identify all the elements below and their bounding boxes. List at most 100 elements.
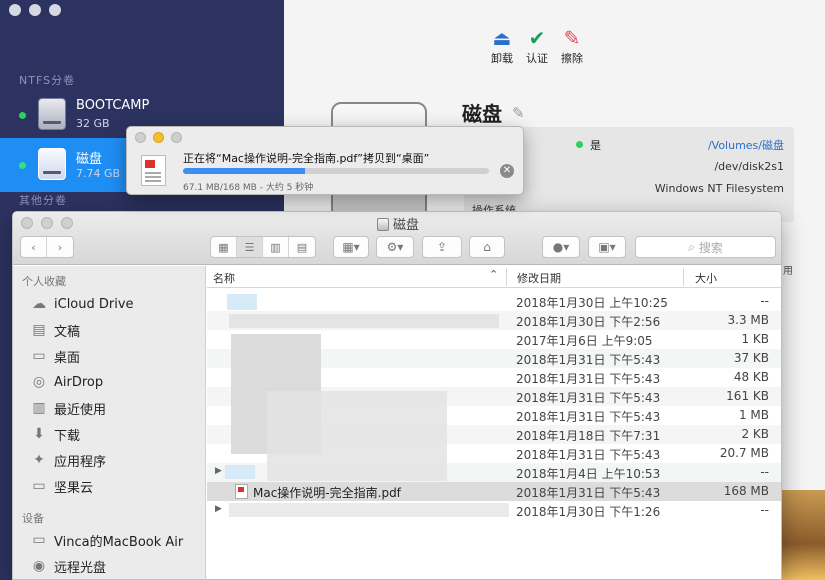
favorites-header: 个人收藏 [22,275,66,288]
copy-progress-fill [183,168,306,174]
close-button[interactable] [9,4,21,16]
share-icon: ⇪ [436,240,448,254]
cell-date: 2018年1月4日 上午10:53 [516,467,661,481]
disk-icon [376,218,389,231]
devices-header: 设备 [22,512,44,525]
airdrop-icon: ◎ [32,374,46,390]
group-button[interactable]: ▦▾ [333,236,369,258]
document-icon: ▤ [32,322,46,338]
minimize-button[interactable] [153,132,164,143]
nutstore-icon: ●▾ [552,240,570,254]
cell-date: 2018年1月30日 下午1:26 [516,505,661,519]
finder-toolbar: 磁盘 ‹ › ▦ ☰ ▥ ▤ ▦▾ ⚙▾ ⇪ ⌂ ●▾ ▣▾ ⌕ 搜索 [13,212,781,265]
cell-date: 2018年1月31日 下午5:43 [516,353,661,367]
ntfs-window-controls[interactable] [9,4,61,16]
column-header-name[interactable]: 名称 [213,270,235,286]
sidebar-item-applications[interactable]: ✦ 应用程序 [30,449,106,471]
table-row[interactable]: 2018年1月30日 上午10:25 -- [207,292,781,311]
file-list: 名称 ⌃ 修改日期 大小 2018年1月30日 上午10:25 -- 2018年1… [207,266,781,579]
nutstore-button[interactable]: ●▾ [542,236,580,258]
forward-button[interactable]: › [47,237,73,257]
volume-name: BOOTCAMP [76,98,150,113]
cell-date: 2018年1月31日 下午5:43 [516,410,661,424]
cell-date: 2018年1月31日 下午5:43 [516,448,661,462]
search-input[interactable]: ⌕ 搜索 [635,236,776,258]
sidebar-item-desktop[interactable]: ▭ 桌面 [30,345,80,367]
sidebar-item-recents[interactable]: ▥ 最近使用 [30,397,106,419]
disclosure-triangle-icon[interactable]: ▶ [215,466,222,476]
erase-button[interactable]: ✎ 擦除 [552,26,592,66]
mounted-indicator [19,162,26,169]
laptop-icon: ▭ [32,532,46,548]
cell-size: -- [760,294,769,308]
zoom-button[interactable] [171,132,182,143]
cleaner-button[interactable]: ▣▾ [588,236,626,258]
cell-size: 168 MB [723,484,769,498]
sidebar-item-nutstore[interactable]: ▭ 坚果云 [30,475,93,497]
group-icon: ▦▾ [342,240,360,254]
volume-size: 7.74 GB [76,167,121,180]
action-button[interactable]: ⚙▾ [376,236,414,258]
icon-view-button[interactable]: ▦ [211,237,237,257]
volume-size: 32 GB [76,117,110,130]
pdf-file-icon [235,484,248,499]
disclosure-triangle-icon[interactable]: ▶ [215,504,222,514]
ntfs-section-header: NTFS分卷 [19,74,76,87]
gallery-view-button[interactable]: ▤ [289,237,315,257]
mounted-value: 是 [590,139,601,152]
cell-date: 2018年1月31日 下午5:43 [516,372,661,386]
verify-button[interactable]: ✔ 认证 [517,26,557,66]
redacted-name [267,391,447,481]
desktop-icon: ▭ [32,348,46,364]
cell-size: 20.7 MB [719,446,769,460]
sidebar-item-remote-disc[interactable]: ◉ 远程光盘 [30,555,106,577]
column-divider[interactable] [683,268,684,286]
cell-date: 2018年1月31日 下午5:43 [516,391,661,405]
cancel-copy-button[interactable]: ✕ [500,164,514,178]
sidebar-item-label: 最近使用 [54,402,107,418]
sidebar-item-macbook[interactable]: ▭ Vinca的MacBook Air [30,529,183,551]
list-view-button[interactable]: ☰ [237,237,263,257]
device-path: /dev/disk2s1 [714,160,784,173]
copy-progress-dialog: 正在将“Mac操作说明-完全指南.pdf”拷贝到“桌面” ✕ 67.1 MB/1… [126,126,524,195]
tag-button[interactable]: ⌂ [469,236,505,258]
table-row-pdf[interactable]: Mac操作说明-完全指南.pdf 2018年1月31日 下午5:43 168 MB [207,482,781,501]
sidebar-item-label: 坚果云 [54,480,94,496]
verify-label: 认证 [526,52,548,65]
finder-window: 磁盘 ‹ › ▦ ☰ ▥ ▤ ▦▾ ⚙▾ ⇪ ⌂ ●▾ ▣▾ ⌕ 搜索 个人收藏… [12,211,782,580]
window-title-text: 磁盘 [392,218,419,233]
checkmark-icon: ✔ [528,26,546,50]
sidebar-item-downloads[interactable]: ⬇ 下载 [30,423,80,445]
back-button[interactable]: ‹ [21,237,47,257]
close-button[interactable] [135,132,146,143]
share-button[interactable]: ⇪ [422,236,462,258]
finder-sidebar: 个人收藏 ☁ iCloud Drive ▤ 文稿 ▭ 桌面 ◎ AirDrop ▥ 最近使… [13,266,206,579]
cell-date: 2018年1月31日 下午5:43 [516,486,661,500]
column-header-date[interactable]: 修改日期 [517,270,561,286]
sidebar-item-airdrop[interactable]: ◎ AirDrop [30,371,103,393]
column-view-button[interactable]: ▥ [263,237,289,257]
tag-icon: ⌂ [483,240,491,254]
search-icon: ⌕ [688,239,695,254]
sidebar-item-documents[interactable]: ▤ 文稿 [30,319,80,341]
unmount-button[interactable]: ⏏ 卸载 [482,26,522,66]
minimize-button[interactable] [29,4,41,16]
back-forward-buttons: ‹ › [20,236,74,258]
dialog-window-controls[interactable] [135,132,182,143]
gear-icon: ⚙▾ [386,240,404,254]
disk-title: 磁盘 [462,102,502,126]
column-divider[interactable] [506,268,507,286]
cell-size: 161 KB [726,389,769,403]
sidebar-item-icloud-drive[interactable]: ☁ iCloud Drive [30,293,134,315]
sidebar-item-label: Vinca的MacBook Air [54,534,184,550]
column-header-size[interactable]: 大小 [695,270,717,286]
zoom-button[interactable] [49,4,61,16]
sidebar-item-label: 桌面 [54,350,81,366]
desktop-wallpaper [781,490,825,580]
hard-disk-icon [38,98,66,130]
edit-pencil-icon[interactable]: ✎ [512,104,525,122]
mounted-status-dot [576,141,583,148]
mount-path-link[interactable]: /Volumes/磁盘 [708,137,784,153]
cell-size: 1 KB [741,332,769,346]
copy-status: 67.1 MB/168 MB - 大约 5 秒钟 [183,183,314,193]
